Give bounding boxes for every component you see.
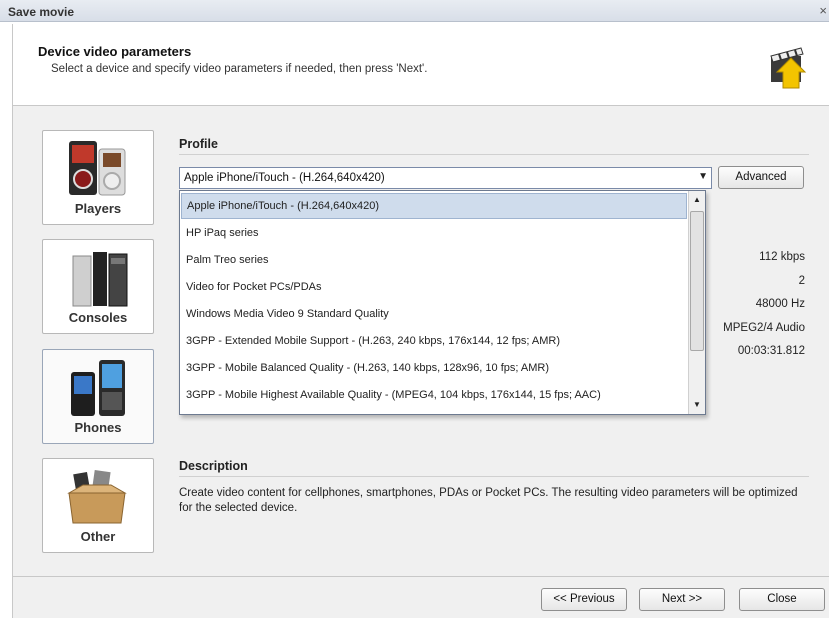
profile-option[interactable]: HP iPaq series (181, 220, 687, 246)
profile-option[interactable]: Video for Pocket PCs/PDAs (181, 274, 687, 300)
next-button[interactable]: Next >> (639, 588, 725, 611)
scroll-up-icon[interactable]: ▲ (690, 192, 704, 208)
game-console-icon (72, 252, 128, 307)
category-label: Other (80, 529, 116, 544)
audio-codec-value: MPEG2/4 Audio (723, 321, 805, 334)
category-players-button[interactable]: Players (42, 130, 154, 225)
audio-bitrate-value: 112 kbps (759, 251, 805, 263)
mobile-phone-icon (71, 360, 125, 416)
audio-channels-value: 2 (798, 274, 805, 287)
profile-option[interactable]: Windows Media Video 9 Standard Quality (181, 301, 687, 327)
profile-option[interactable]: Apple iPhone/iTouch - (H.264,640x420) (181, 193, 687, 219)
film-clapper-arrow-icon (770, 47, 807, 89)
header-title: Device video parameters (38, 44, 192, 59)
profile-selected-value: Apple iPhone/iTouch - (H.264,640x420) (184, 172, 385, 184)
window-title: Save movie (8, 5, 75, 19)
media-player-icon (69, 141, 126, 196)
description-section-title: Description (179, 459, 248, 473)
profile-option[interactable]: 3GPP - Extended Mobile Support - (H.263,… (181, 328, 687, 354)
description-divider (179, 476, 809, 477)
dropdown-scrollbar[interactable]: ▲ ▼ (688, 191, 705, 414)
window-title-bar: Save movie × (0, 0, 829, 22)
profile-option[interactable]: 3GPP - Mobile Balanced Quality - (H.263,… (181, 355, 687, 381)
profile-option[interactable]: Palm Treo series (181, 247, 687, 273)
profile-option[interactable]: 3GPP - Mobile Highest Available Quality … (181, 382, 687, 408)
close-button[interactable]: Close (739, 588, 825, 611)
category-label: Players (74, 201, 122, 216)
profile-select[interactable]: Apple iPhone/iTouch - (H.264,640x420) ▼ (179, 167, 712, 189)
category-other-button[interactable]: Other (42, 458, 154, 553)
close-icon[interactable]: × (819, 3, 827, 18)
advanced-button[interactable]: Advanced (718, 166, 804, 189)
category-label: Consoles (68, 310, 128, 325)
profile-section-title: Profile (179, 137, 218, 151)
duration-value: 00:03:31.812 (737, 345, 805, 357)
profile-divider (179, 154, 809, 155)
header-subtitle: Select a device and specify video parame… (51, 63, 428, 75)
category-label: Phones (74, 420, 122, 435)
wizard-footer: << Previous Next >> Close (12, 576, 829, 618)
chevron-down-icon[interactable]: ▼ (698, 171, 708, 182)
box-devices-icon (67, 470, 127, 524)
parameters-values: 112 kbps 2 48000 Hz MPEG2/4 Audio 00:03:… (723, 246, 805, 364)
scroll-down-icon[interactable]: ▼ (690, 397, 704, 413)
category-consoles-button[interactable]: Consoles (42, 239, 154, 334)
category-phones-button[interactable]: Phones (42, 349, 154, 444)
wizard-header: Device video parameters Select a device … (12, 24, 829, 106)
wizard-body: Players Consoles Phones Other Profile Ap… (12, 106, 829, 576)
previous-button[interactable]: << Previous (541, 588, 627, 611)
scrollbar-thumb[interactable] (690, 211, 704, 351)
audio-sample-rate-value: 48000 Hz (755, 298, 805, 310)
description-text: Create video content for cellphones, sma… (179, 487, 798, 514)
profile-dropdown-list[interactable]: Apple iPhone/iTouch - (H.264,640x420) HP… (179, 190, 706, 415)
